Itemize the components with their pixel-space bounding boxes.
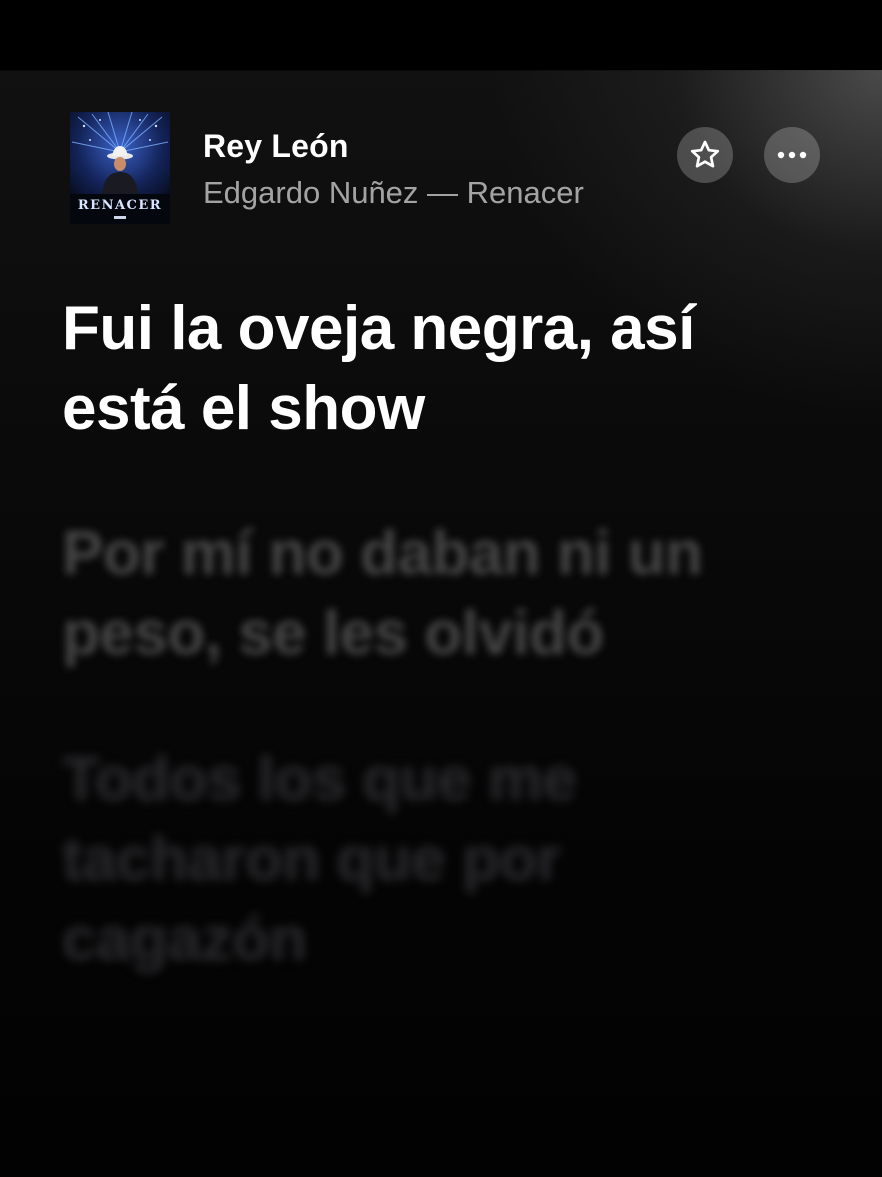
upcoming-lyric-line[interactable]: Por mí no daban ni un peso, se les olvid…	[62, 514, 762, 674]
favorite-button[interactable]	[677, 127, 733, 183]
top-bar	[0, 0, 882, 70]
upcoming-lyric-line[interactable]: Todos los que me tacharon que por cagazó…	[62, 740, 762, 980]
ellipsis-icon	[777, 151, 807, 159]
star-icon	[690, 140, 720, 168]
album-artwork[interactable]: RENACER	[70, 112, 170, 224]
current-lyric-line[interactable]: Fui la oveja negra, así está el show	[62, 289, 762, 449]
more-options-button[interactable]	[764, 127, 820, 183]
artist-album-label[interactable]: Edgardo Nuñez — Renacer	[203, 175, 584, 211]
album-artwork-graphic: RENACER	[70, 112, 170, 224]
lyrics-screen: RENACER Rey León Edgardo Nuñez — Renacer…	[0, 0, 882, 1177]
song-title[interactable]: Rey León	[203, 128, 349, 165]
album-art-title: RENACER	[78, 198, 162, 213]
